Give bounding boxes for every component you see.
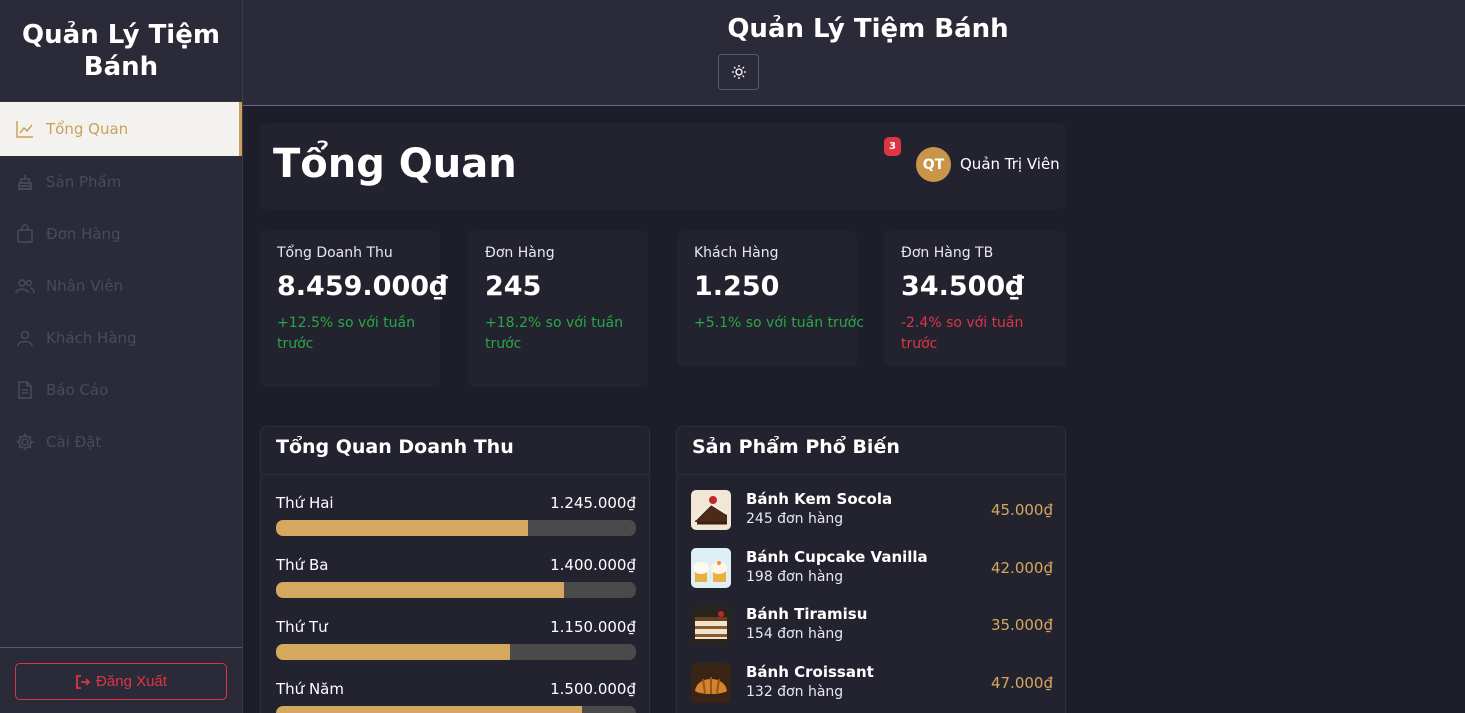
revenue-row: Thứ Tư 1.150.000₫ bbox=[276, 618, 636, 668]
page-title: Tổng Quan bbox=[273, 141, 517, 187]
revenue-day: Thứ Tư bbox=[276, 618, 328, 636]
sidebar-item-khach-hang[interactable]: Khách Hàng bbox=[0, 312, 242, 364]
revenue-bar-fill bbox=[276, 520, 528, 536]
revenue-bar-fill bbox=[276, 582, 564, 598]
product-row[interactable]: Bánh Kem Socola 245 đơn hàng 45.000₫ bbox=[691, 486, 1053, 534]
cake-icon bbox=[14, 171, 36, 193]
product-name: Bánh Kem Socola bbox=[746, 490, 893, 508]
revenue-amount: 1.245.000₫ bbox=[550, 494, 636, 512]
stat-value: 34.500₫ bbox=[901, 271, 1024, 302]
revenue-overview-card: Tổng Quan Doanh Thu Thứ Hai 1.245.000₫ T… bbox=[260, 426, 650, 713]
sidebar-item-san-pham[interactable]: Sản Phẩm bbox=[0, 156, 242, 208]
sidebar-footer: Đăng Xuất bbox=[0, 647, 242, 713]
stat-label: Khách Hàng bbox=[694, 245, 779, 261]
stat-change: -2.4% so với tuần trước bbox=[901, 315, 1024, 352]
revenue-day: Thứ Ba bbox=[276, 556, 329, 574]
sidebar-item-label: Tổng Quan bbox=[46, 120, 129, 138]
sidebar-item-bao-cao[interactable]: Báo Cáo bbox=[0, 364, 242, 416]
product-orders: 132 đơn hàng bbox=[746, 684, 844, 700]
stat-change: +5.1% so với tuần trước bbox=[694, 315, 864, 331]
sidebar-item-label: Nhân Viên bbox=[46, 277, 124, 295]
revenue-day: Thứ Hai bbox=[276, 494, 334, 512]
sidebar-item-label: Cài Đặt bbox=[46, 433, 102, 451]
stat-change: +18.2% so với tuần trước bbox=[485, 315, 623, 352]
sidebar-item-cai-dat[interactable]: Cài Đặt bbox=[0, 416, 242, 468]
revenue-amount: 1.500.000₫ bbox=[550, 680, 636, 698]
stat-label: Tổng Doanh Thu bbox=[277, 245, 393, 261]
sidebar-item-tong-quan[interactable]: Tổng Quan bbox=[0, 102, 242, 156]
stat-label: Đơn Hàng TB bbox=[901, 245, 994, 261]
sidebar-item-nhan-vien[interactable]: Nhân Viên bbox=[0, 260, 242, 312]
stat-card-customers: Khách Hàng 1.250 +5.1% so với tuần trước bbox=[677, 231, 864, 367]
stat-value: 1.250 bbox=[694, 271, 780, 302]
sidebar-nav: Tổng Quan Sản Phẩm Đơn Hàng Nhân Viên Kh… bbox=[0, 102, 242, 468]
file-icon bbox=[14, 379, 36, 401]
user-icon bbox=[14, 327, 36, 349]
popular-card-title: Sản Phẩm Phổ Biến bbox=[677, 427, 1065, 475]
product-name: Bánh Cupcake Vanilla bbox=[746, 548, 928, 566]
popular-products-card: Sản Phẩm Phổ Biến Bánh Kem Socola 245 đơ… bbox=[676, 426, 1066, 713]
logout-label: Đăng Xuất bbox=[96, 673, 167, 690]
product-price: 35.000₫ bbox=[990, 616, 1053, 634]
chocolate-cake-image bbox=[691, 490, 731, 530]
chart-line-icon bbox=[14, 118, 36, 140]
sun-icon bbox=[731, 65, 746, 79]
page-header: Tổng Quan 3 QT Quản Trị Viên bbox=[260, 123, 1066, 209]
product-orders: 154 đơn hàng bbox=[746, 626, 844, 642]
theme-toggle-button[interactable] bbox=[718, 54, 759, 90]
revenue-bar bbox=[276, 520, 636, 536]
revenue-row: Thứ Ba 1.400.000₫ bbox=[276, 556, 636, 606]
revenue-bar bbox=[276, 582, 636, 598]
sidebar-item-label: Sản Phẩm bbox=[46, 173, 122, 191]
sidebar-item-label: Đơn Hàng bbox=[46, 225, 121, 243]
stat-card-orders: Đơn Hàng 245 +18.2% so với tuần trước bbox=[468, 231, 648, 387]
product-name: Bánh Tiramisu bbox=[746, 605, 868, 623]
stat-card-revenue: Tổng Doanh Thu 8.459.000₫ +12.5% so với … bbox=[260, 231, 448, 387]
revenue-day: Thứ Năm bbox=[276, 680, 344, 698]
tiramisu-image bbox=[691, 605, 731, 645]
revenue-row: Thứ Năm 1.500.000₫ bbox=[276, 680, 636, 713]
product-orders: 198 đơn hàng bbox=[746, 569, 844, 585]
product-price: 47.000₫ bbox=[990, 674, 1053, 692]
sidebar-item-label: Khách Hàng bbox=[46, 329, 137, 347]
revenue-card-title: Tổng Quan Doanh Thu bbox=[261, 427, 649, 475]
stat-change: +12.5% so với tuần trước bbox=[277, 315, 415, 352]
revenue-amount: 1.400.000₫ bbox=[550, 556, 636, 574]
product-price: 45.000₫ bbox=[990, 501, 1053, 519]
product-row[interactable]: Bánh Tiramisu 154 đơn hàng 35.000₫ bbox=[691, 601, 1053, 649]
logout-icon bbox=[76, 674, 91, 689]
product-price: 42.000₫ bbox=[990, 559, 1053, 577]
revenue-row: Thứ Hai 1.245.000₫ bbox=[276, 494, 636, 544]
stat-value: 245 bbox=[485, 271, 542, 302]
brand-title: Quản Lý Tiệm Bánh bbox=[0, 0, 242, 102]
product-name: Bánh Croissant bbox=[746, 663, 874, 681]
revenue-bar-fill bbox=[276, 644, 510, 660]
sidebar-item-label: Báo Cáo bbox=[46, 381, 109, 399]
shopping-bag-icon bbox=[14, 223, 36, 245]
sidebar-item-don-hang[interactable]: Đơn Hàng bbox=[0, 208, 242, 260]
avatar[interactable]: QT bbox=[916, 147, 951, 182]
product-row[interactable]: Bánh Cupcake Vanilla 198 đơn hàng 42.000… bbox=[691, 544, 1053, 592]
topbar-title: Quản Lý Tiệm Bánh bbox=[727, 14, 1009, 44]
logout-button[interactable]: Đăng Xuất bbox=[15, 663, 227, 700]
revenue-bar bbox=[276, 644, 636, 660]
notification-badge[interactable]: 3 bbox=[884, 137, 901, 156]
vanilla-cupcake-image bbox=[691, 548, 731, 588]
revenue-bar-fill bbox=[276, 706, 582, 713]
main-content: Tổng Quan 3 QT Quản Trị Viên Tổng Doanh … bbox=[243, 107, 1465, 713]
username[interactable]: Quản Trị Viên bbox=[960, 155, 1060, 173]
stat-card-avg-order: Đơn Hàng TB 34.500₫ -2.4% so với tuần tr… bbox=[884, 231, 1066, 367]
product-row[interactable]: Bánh Croissant 132 đơn hàng 47.000₫ bbox=[691, 659, 1053, 707]
croissant-image bbox=[691, 663, 731, 703]
revenue-bar bbox=[276, 706, 636, 713]
topbar: Quản Lý Tiệm Bánh bbox=[243, 0, 1465, 106]
product-orders: 245 đơn hàng bbox=[746, 511, 844, 527]
users-icon bbox=[14, 275, 36, 297]
gear-icon bbox=[14, 431, 36, 453]
stat-label: Đơn Hàng bbox=[485, 245, 555, 261]
stat-value: 8.459.000₫ bbox=[277, 271, 448, 302]
revenue-amount: 1.150.000₫ bbox=[550, 618, 636, 636]
sidebar: Quản Lý Tiệm Bánh Tổng Quan Sản Phẩm Đơn… bbox=[0, 0, 243, 713]
